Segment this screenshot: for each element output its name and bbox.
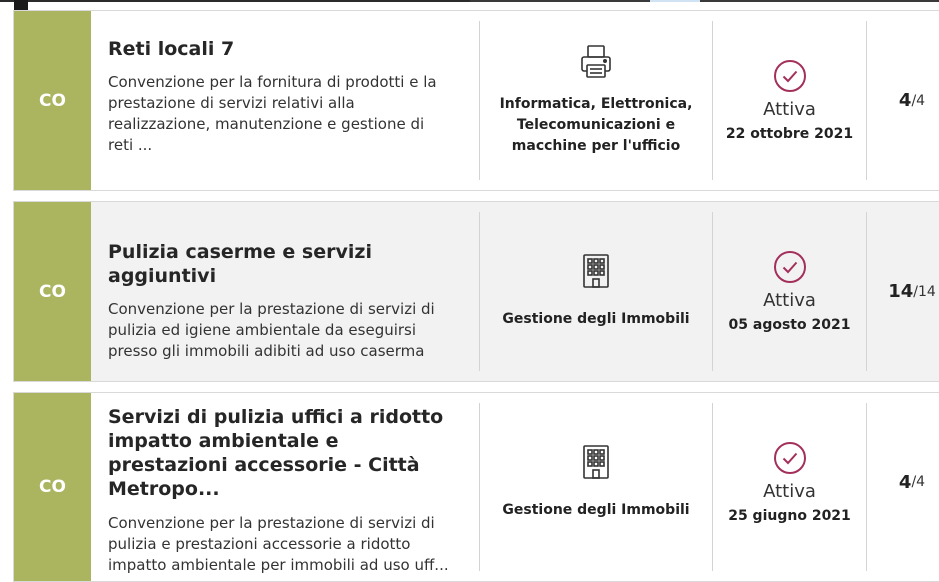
top-border <box>0 0 939 12</box>
item-title[interactable]: Reti locali 7 <box>108 37 458 61</box>
status-cell: Attiva 22 ottobre 2021 <box>713 11 866 190</box>
category-line: macchine per l'ufficio <box>511 138 681 154</box>
count-total: /4 <box>911 92 926 109</box>
category-line: Gestione degli Immobili <box>502 311 690 327</box>
list-item[interactable]: CO Reti locali 7 Convenzione per la forn… <box>13 10 939 191</box>
count-total: /4 <box>911 474 926 490</box>
status-date: 05 agosto 2021 <box>728 317 851 333</box>
status-cell: Attiva 05 agosto 2021 <box>713 202 866 381</box>
item-description: Convenzione per la prestazione di serviz… <box>108 300 435 360</box>
building-icon <box>582 444 610 480</box>
category-line: Telecomunicazioni e <box>516 117 676 133</box>
category-cell: Informatica, Elettronica, Telecomunicazi… <box>480 11 712 190</box>
item-description: Convenzione per la fornitura di prodotti… <box>108 73 437 154</box>
type-badge: CO <box>14 393 91 581</box>
lot-count: 4/4 <box>867 393 939 571</box>
status-date: 22 ottobre 2021 <box>725 126 854 142</box>
category-cell: Gestione degli Immobili <box>480 202 712 381</box>
status-date: 25 giugno 2021 <box>728 507 851 524</box>
lot-count: 4/4 <box>867 11 939 190</box>
item-title[interactable]: Servizi di pulizia uffici a ridotto impa… <box>108 405 448 501</box>
item-description: Convenzione per la prestazione di serviz… <box>108 514 449 574</box>
list-item[interactable]: CO Pulizia caserme e servizi aggiuntivi … <box>13 201 939 382</box>
count-total: /14 <box>913 283 936 300</box>
type-badge: CO <box>14 202 91 381</box>
building-icon <box>582 253 610 289</box>
check-circle-icon <box>773 59 807 93</box>
category-line: Informatica, Elettronica, <box>499 96 693 112</box>
category-cell: Gestione degli Immobili <box>480 393 712 571</box>
item-title[interactable]: Pulizia caserme e servizi aggiuntivi <box>108 240 458 288</box>
status-label: Attiva <box>763 99 816 120</box>
lot-count: 14/14 <box>867 202 939 381</box>
category-line: Gestione degli Immobili <box>502 501 690 518</box>
count-value: 14 <box>888 281 914 302</box>
count-value: 4 <box>898 90 912 111</box>
count-value: 4 <box>898 471 912 493</box>
list-item[interactable]: CO Servizi di pulizia uffici a ridotto i… <box>13 392 939 582</box>
status-label: Attiva <box>763 480 816 502</box>
status-cell: Attiva 25 giugno 2021 <box>713 393 866 571</box>
check-circle-icon <box>773 441 807 475</box>
status-label: Attiva <box>763 290 816 311</box>
type-badge: CO <box>14 11 91 190</box>
check-circle-icon <box>773 250 807 284</box>
printer-icon <box>580 44 612 80</box>
